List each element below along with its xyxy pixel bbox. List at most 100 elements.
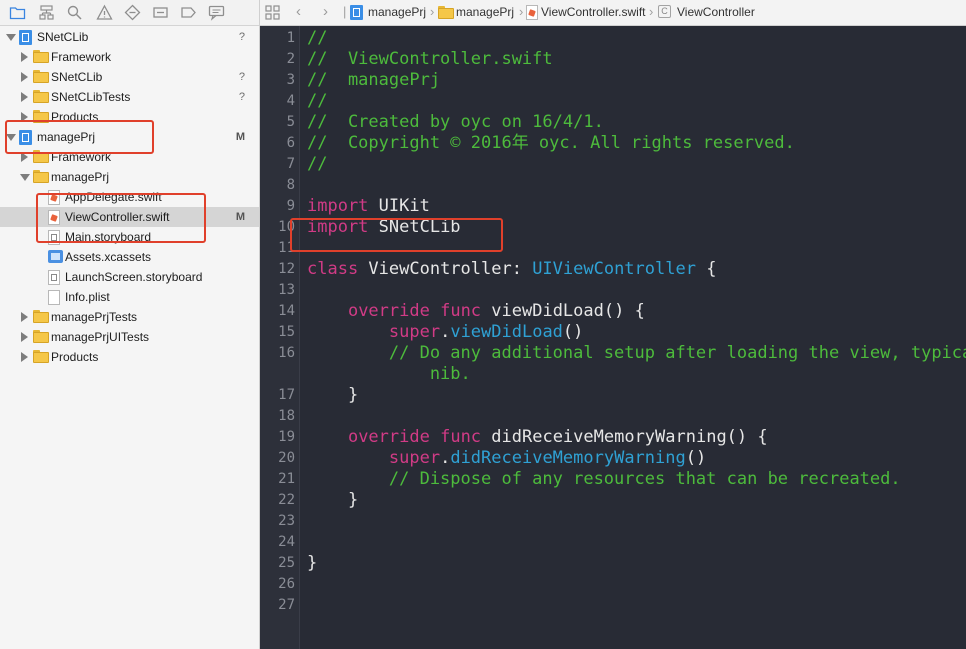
tree-row-label: Info.plist xyxy=(65,290,110,304)
class-icon: C xyxy=(658,5,671,18)
folder-icon xyxy=(33,170,49,184)
tree-row[interactable]: SNetCLib? xyxy=(0,27,259,47)
code-keyword: super xyxy=(388,448,441,468)
line-number: 19 xyxy=(278,429,295,445)
code-line: nib. xyxy=(307,364,471,385)
line-number: 13 xyxy=(278,282,295,298)
project-navigator: SNetCLib? Framework SNetCLib? SNetCLibTests… xyxy=(0,0,260,649)
line-number: 16 xyxy=(278,345,295,361)
tree-row[interactable]: Info.plist xyxy=(0,287,259,307)
tag-icon[interactable] xyxy=(152,4,169,21)
folder-icon[interactable] xyxy=(9,4,26,21)
code-text: } xyxy=(307,385,359,405)
tree-row-label: Products xyxy=(51,350,99,364)
code-line: } xyxy=(307,385,358,406)
folder-icon xyxy=(33,90,49,104)
warning-icon[interactable] xyxy=(96,4,113,21)
folder-icon xyxy=(33,310,49,324)
code-line: // xyxy=(307,28,327,49)
crumb-project[interactable]: managePrj xyxy=(368,5,426,20)
code-text: didReceiveMemoryWarning() { xyxy=(481,427,768,447)
folder-icon xyxy=(33,70,49,84)
comment-icon[interactable] xyxy=(208,4,225,21)
code-line: // Do any additional setup after loading… xyxy=(307,343,966,364)
disclosure-closed-icon[interactable] xyxy=(21,72,28,82)
crumb-separator-icon: › xyxy=(649,4,654,19)
code-line: } xyxy=(307,490,358,511)
modified-badge: M xyxy=(235,211,245,223)
disclosure-closed-icon[interactable] xyxy=(21,332,28,342)
code-keyword: class xyxy=(307,259,359,279)
code-keyword: super xyxy=(388,322,441,342)
tree-row[interactable]: managePrjUITests xyxy=(0,327,259,347)
plist-file-icon xyxy=(48,290,64,305)
tree-row[interactable]: managePrjTests xyxy=(0,307,259,327)
code-line: // xyxy=(307,154,327,175)
tree-row[interactable]: SNetCLib? xyxy=(0,67,259,87)
line-number-gutter: 1 2 3 4 5 6 7 8 9 10 11 12 13 14 15 16 17 18 19 20 21 22 23 24 2… xyxy=(260,26,300,649)
line-number: 23 xyxy=(278,513,295,529)
tree-row-label: Framework xyxy=(51,50,112,64)
breakpoint-icon[interactable] xyxy=(180,4,197,21)
line-number: 14 xyxy=(278,303,295,319)
disclosure-open-icon[interactable] xyxy=(6,34,16,41)
tree-row-label: LaunchScreen.storyboard xyxy=(65,270,203,284)
related-items-icon[interactable] xyxy=(264,4,281,21)
disclosure-open-icon[interactable] xyxy=(20,174,30,181)
tree-row[interactable]: Products xyxy=(0,347,259,367)
crumb-file[interactable]: ViewController.swift xyxy=(541,5,645,20)
code-type: didReceiveMemoryWarning xyxy=(450,448,686,468)
line-number: 8 xyxy=(286,177,295,193)
crumb-group[interactable]: managePrj xyxy=(456,5,514,20)
tree-row[interactable]: managePrj xyxy=(0,167,259,187)
disclosure-closed-icon[interactable] xyxy=(21,92,28,102)
back-arrow-icon[interactable]: ‹ xyxy=(296,3,301,20)
line-number: 18 xyxy=(278,408,295,424)
disclosure-closed-icon[interactable] xyxy=(21,312,28,322)
tree-row[interactable]: Framework xyxy=(0,47,259,67)
line-number: 17 xyxy=(278,387,295,403)
code-text: . xyxy=(440,322,451,342)
tree-row[interactable]: SNetCLibTests? xyxy=(0,87,259,107)
code-comment: // xyxy=(307,91,328,111)
folder-icon xyxy=(33,50,49,64)
code-comment: // xyxy=(307,28,328,48)
diamond-icon[interactable] xyxy=(124,4,141,21)
crumb-separator-icon: › xyxy=(519,4,524,19)
line-number: 6 xyxy=(286,135,295,151)
disclosure-closed-icon[interactable] xyxy=(21,52,28,62)
asset-catalog-icon xyxy=(48,250,64,264)
source-editor: ‹ › | managePrj › managePrj › ViewContro… xyxy=(260,0,966,649)
code-area[interactable]: //// ViewController.swift// managePrj///… xyxy=(307,26,966,649)
search-icon[interactable] xyxy=(66,4,83,21)
disclosure-closed-icon[interactable] xyxy=(21,352,28,362)
line-number: 15 xyxy=(278,324,295,340)
code-type: UIViewController xyxy=(532,259,696,279)
code-line: // xyxy=(307,91,327,112)
code-line: import UIKit xyxy=(307,196,430,217)
line-number: 2 xyxy=(286,51,295,67)
forward-arrow-icon[interactable]: › xyxy=(323,3,328,20)
code-keyword: override xyxy=(347,427,430,447)
line-number: 12 xyxy=(278,261,295,277)
code-text: { xyxy=(695,259,717,279)
crumb-symbol[interactable]: ViewController xyxy=(677,5,755,20)
code-text: } xyxy=(307,490,359,510)
code-text: viewDidLoad() { xyxy=(481,301,645,321)
hierarchy-icon[interactable] xyxy=(38,4,55,21)
code-type: viewDidLoad xyxy=(450,322,563,342)
annotation-box-import xyxy=(290,218,503,252)
tree-row[interactable]: LaunchScreen.storyboard xyxy=(0,267,259,287)
annotation-box-viewcontroller xyxy=(36,193,206,243)
code-comment: // managePrj xyxy=(307,70,441,90)
tree-row-label: managePrj xyxy=(51,170,110,184)
tree-row-label: managePrjUITests xyxy=(51,330,150,344)
code-line: class ViewController: UIViewController { xyxy=(307,259,716,280)
tree-row[interactable]: Assets.xcassets xyxy=(0,247,259,267)
storyboard-file-icon xyxy=(48,270,64,285)
folder-icon xyxy=(33,330,49,344)
